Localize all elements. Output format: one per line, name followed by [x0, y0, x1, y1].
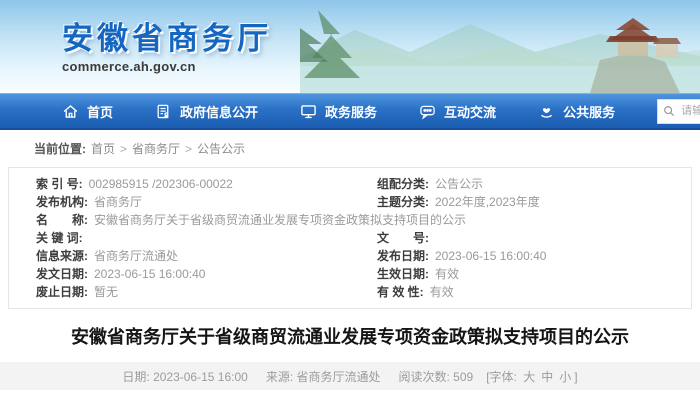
search-input[interactable] — [679, 104, 700, 118]
field-label: 废止日期: — [36, 285, 88, 299]
breadcrumb-separator: > — [120, 142, 127, 156]
field-value: 002985915 /202306-00022 — [89, 177, 233, 191]
field-label: 主题分类: — [377, 195, 429, 209]
search-icon — [663, 105, 675, 117]
field-value: 2023-06-15 16:00:40 — [435, 249, 546, 263]
search-input-wrap — [657, 99, 700, 124]
field-label: 生效日期: — [377, 267, 429, 281]
article-date-value: 2023-06-15 16:00 — [153, 370, 248, 384]
site-url: commerce.ah.gov.cn — [62, 59, 272, 74]
field-label: 组配分类: — [377, 177, 429, 191]
breadcrumb-link-department[interactable]: 省商务厅 — [132, 140, 180, 157]
field-value: 有效 — [430, 285, 454, 299]
site-title: 安徽省商务厅 — [62, 13, 272, 58]
article-source-value: 省商务厅流通处 — [296, 370, 380, 384]
article-views: 阅读次数: 509 — [399, 368, 474, 385]
breadcrumb-link-announcements[interactable]: 公告公示 — [197, 140, 245, 157]
nav-item-label: 政务服务 — [325, 102, 377, 121]
font-size-medium-button[interactable]: 中 — [541, 370, 553, 384]
field-validity: 有 效 性: 有效 — [350, 283, 691, 301]
field-agency: 发布机构: 省商务厅 — [9, 193, 350, 211]
article-source-label: 来源: — [266, 370, 297, 384]
nav-item-label: 政府信息公开 — [180, 102, 258, 121]
font-switcher-suffix: ] — [574, 370, 577, 384]
nav-item-home[interactable]: 首页 — [62, 102, 113, 121]
field-index-no: 索 引 号: 002985915 /202306-00022 — [9, 175, 350, 193]
field-category: 组配分类: 公告公示 — [350, 175, 691, 193]
breadcrumb-separator: > — [185, 142, 192, 156]
chat-bubble-icon — [419, 103, 436, 120]
field-label: 关 键 词: — [36, 231, 83, 245]
search-box: 搜索 — [657, 99, 700, 124]
nav-item-interaction[interactable]: 互动交流 — [419, 102, 496, 121]
field-value: 2022年度,2023年度 — [435, 195, 540, 209]
font-size-large-button[interactable]: 大 — [523, 370, 535, 384]
home-icon — [62, 103, 79, 120]
article-source: 来源: 省商务厅流通处 — [266, 368, 381, 385]
nav-item-gov-info[interactable]: 政府信息公开 — [155, 102, 258, 121]
article-meta-bar: 日期: 2023-06-15 16:00 来源: 省商务厅流通处 阅读次数: 5… — [0, 362, 700, 390]
field-label: 名 称: — [36, 213, 88, 227]
field-publish-date: 发布日期: 2023-06-15 16:00:40 — [350, 247, 691, 265]
field-label: 文 号: — [377, 231, 429, 245]
gov-info-document-icon — [155, 103, 172, 120]
header-landscape-image — [300, 0, 700, 93]
field-value: 2023-06-15 16:00:40 — [94, 267, 205, 281]
main-nav: 首页 政府信息公开 政务服务 — [0, 93, 700, 130]
field-issue-date: 发文日期: 2023-06-15 16:00:40 — [9, 265, 350, 283]
field-label: 发布机构: — [36, 195, 88, 209]
font-switcher-prefix: [字体: — [486, 370, 520, 384]
info-table: 索 引 号:002985915 /202306-00022 组配分类:公告公示 … — [8, 167, 692, 309]
page-title: 安徽省商务厅关于省级商贸流通业发展专项资金政策拟支持项目的公示 — [18, 326, 682, 349]
article-date: 日期: 2023-06-15 16:00 — [122, 368, 247, 385]
field-label: 发布日期: — [377, 249, 429, 263]
nav-item-public-service[interactable]: 公共服务 — [538, 102, 615, 121]
field-topic: 主题分类: 2022年度,2023年度 — [350, 193, 691, 211]
field-label: 信息来源: — [36, 249, 88, 263]
field-effective-date: 生效日期: 有效 — [350, 265, 691, 283]
nav-item-label: 公共服务 — [563, 102, 615, 121]
field-name: 名 称: 安徽省商务厅关于省级商贸流通业发展专项资金政策拟支持项目的公示 — [9, 211, 691, 229]
nav-item-gov-service[interactable]: 政务服务 — [300, 102, 377, 121]
field-keywords: 关 键 词: — [9, 229, 350, 247]
field-source: 信息来源: 省商务厅流通处 — [9, 247, 350, 265]
site-logo[interactable]: 安徽省商务厅 commerce.ah.gov.cn — [62, 13, 272, 74]
field-value: 安徽省商务厅关于省级商贸流通业发展专项资金政策拟支持项目的公示 — [94, 213, 466, 227]
field-label: 有 效 性: — [377, 285, 424, 299]
field-doc-no: 文 号: — [350, 229, 691, 247]
field-abolish-date: 废止日期: 暂无 — [9, 283, 350, 301]
field-label: 发文日期: — [36, 267, 88, 281]
field-value: 省商务厅 — [94, 195, 142, 209]
field-value: 省商务厅流通处 — [94, 249, 178, 263]
heart-hand-icon — [538, 103, 555, 120]
font-size-switcher: [字体: 大中小] — [486, 368, 577, 385]
field-label: 索 引 号: — [36, 177, 83, 191]
breadcrumb-link-home[interactable]: 首页 — [91, 140, 115, 157]
breadcrumb-prefix: 当前位置: — [34, 140, 86, 157]
article-date-label: 日期: — [122, 370, 153, 384]
header-banner: 安徽省商务厅 commerce.ah.gov.cn — [0, 0, 700, 93]
field-value: 公告公示 — [435, 177, 483, 191]
article-views-label: 阅读次数: — [399, 370, 454, 384]
article-views-value: 509 — [453, 370, 473, 384]
font-size-small-button[interactable]: 小 — [559, 370, 571, 384]
nav-item-label: 互动交流 — [444, 102, 496, 121]
field-value: 暂无 — [94, 285, 118, 299]
monitor-icon — [300, 103, 317, 120]
breadcrumb: 当前位置: 首页 > 省商务厅 > 公告公示 — [0, 130, 700, 167]
nav-item-label: 首页 — [87, 102, 113, 121]
field-value: 有效 — [435, 267, 459, 281]
page: 安徽省商务厅 commerce.ah.gov.cn 首页 政府信息公开 — [0, 0, 700, 400]
